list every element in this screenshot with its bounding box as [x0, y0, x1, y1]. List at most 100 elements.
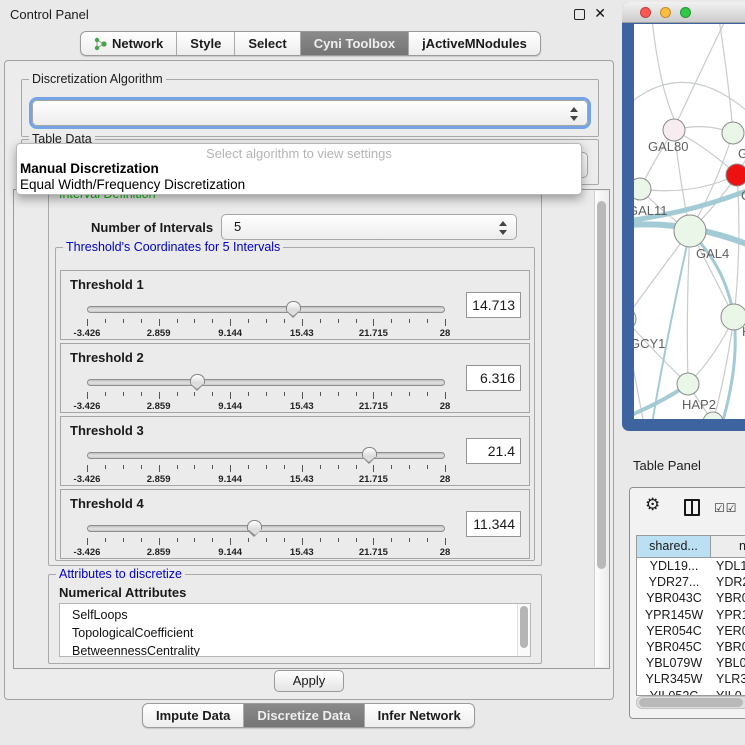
gear-icon[interactable]: ⚙ — [645, 495, 660, 515]
network-edge[interactable] — [713, 317, 734, 419]
slider-thumb[interactable] — [286, 301, 301, 311]
network-edge-highlighted[interactable] — [722, 317, 735, 419]
mac-close-light-icon[interactable] — [640, 7, 651, 18]
slider-thumb[interactable] — [362, 447, 377, 457]
close-icon[interactable]: ✕ — [594, 6, 606, 22]
tab-style[interactable]: Style — [177, 32, 235, 55]
network-node-gal11[interactable] — [634, 178, 651, 200]
network-canvas[interactable]: GAL80GCGAL11GAL4HGCY1HAP2 — [634, 24, 745, 419]
apply-button[interactable]: Apply — [274, 670, 344, 692]
table-row[interactable]: YBR043CYBR0 — [637, 590, 745, 606]
cell-shared-name[interactable]: YBL079W — [637, 655, 711, 671]
threshold-slider[interactable]: -3.4262.8599.14415.4321.71528 — [87, 520, 445, 558]
threshold-value-field[interactable]: 6.316 — [466, 365, 521, 391]
cell-name[interactable]: YBR0 — [711, 639, 745, 655]
cell-shared-name[interactable]: YDR27... — [637, 574, 711, 590]
table-row[interactable]: YPR145WYPR1 — [637, 607, 745, 623]
numerical-attributes-list[interactable]: SelfLoopsTopologicalCoefficientBetweenne… — [59, 603, 531, 657]
table-row[interactable]: YIL052CYIL0 — [637, 688, 745, 696]
table-row[interactable]: YDR27...YDR2 — [637, 574, 745, 590]
column-header-name[interactable]: n — [711, 536, 745, 557]
cell-name[interactable]: YBR0 — [711, 590, 745, 606]
cell-name[interactable]: YDR2 — [711, 574, 745, 590]
threshold-row-threshold-2: Threshold 2-3.4262.8599.14415.4321.71528… — [60, 343, 530, 413]
network-node-g[interactable] — [722, 122, 744, 144]
cell-shared-name[interactable]: YDL19... — [637, 558, 711, 574]
dropdown-option-manual-discretization[interactable]: Manual Discretization — [17, 161, 581, 177]
slider-track[interactable] — [87, 379, 445, 386]
table-row[interactable]: YBR045CYBR0 — [637, 639, 745, 655]
slider-tick — [266, 392, 267, 396]
threshold-slider[interactable]: -3.4262.8599.14415.4321.71528 — [87, 447, 445, 485]
cell-name[interactable]: YLR3 — [711, 671, 745, 687]
mac-zoom-light-icon[interactable] — [680, 7, 691, 18]
cell-name[interactable]: YIL0 — [711, 688, 745, 696]
cell-shared-name[interactable]: YIL052C — [637, 688, 711, 696]
number-of-intervals-select[interactable]: 5 — [221, 214, 517, 240]
table-row[interactable]: YER054CYER0 — [637, 623, 745, 639]
tab-discretize-data[interactable]: Discretize Data — [244, 704, 364, 727]
attribute-item-selfloops[interactable]: SelfLoops — [72, 606, 530, 624]
cell-name[interactable]: YER0 — [711, 623, 745, 639]
slider-track[interactable] — [87, 525, 445, 532]
attributes-list-scrollbar[interactable] — [517, 604, 530, 656]
table-horizontal-scrollbar[interactable] — [636, 696, 745, 709]
cell-shared-name[interactable]: YLR345W — [637, 671, 711, 687]
cell-name[interactable]: YPR1 — [711, 607, 745, 623]
cell-shared-name[interactable]: YER054C — [637, 623, 711, 639]
network-node[interactable] — [703, 412, 723, 419]
slider-tick — [123, 392, 124, 396]
cell-shared-name[interactable]: YPR145W — [637, 607, 711, 623]
checkboxes-icon[interactable]: ☑☑ — [714, 501, 738, 515]
cell-name[interactable]: YDL1 — [711, 558, 745, 574]
cell-shared-name[interactable]: YBR043C — [637, 590, 711, 606]
threshold-value-field[interactable]: 21.4 — [466, 438, 521, 464]
dropdown-option-equal-width-frequency-discretization[interactable]: Equal Width/Frequency Discretization — [17, 177, 581, 193]
tab-select[interactable]: Select — [235, 32, 300, 55]
slider-thumb[interactable] — [190, 374, 205, 384]
network-node-gcy1[interactable] — [634, 308, 636, 330]
slider-tick — [212, 392, 213, 396]
mac-minimize-light-icon[interactable] — [660, 7, 671, 18]
network-node-c[interactable] — [726, 164, 745, 186]
cell-shared-name[interactable]: YBR045C — [637, 639, 711, 655]
threshold-value-field[interactable]: 11.344 — [466, 511, 521, 537]
threshold-value-field[interactable]: 14.713 — [466, 292, 521, 318]
table-hscrollbar-thumb[interactable] — [639, 698, 743, 707]
network-edge[interactable] — [640, 175, 737, 191]
tab-network[interactable]: Network — [81, 32, 177, 55]
algorithm-select[interactable] — [32, 100, 588, 126]
table-row[interactable]: YDL19...YDL1 — [637, 558, 745, 574]
threshold-slider[interactable]: -3.4262.8599.14415.4321.71528 — [87, 301, 445, 339]
slider-tick — [338, 392, 339, 396]
column-header-shared-name[interactable]: shared... — [637, 536, 711, 557]
main-scrollbar-thumb[interactable] — [597, 201, 606, 569]
network-edge[interactable] — [687, 231, 690, 384]
node-attribute-table: shared... n YDL19...YDL1YDR27...YDR2YBR0… — [636, 535, 745, 696]
slider-track[interactable] — [87, 452, 445, 459]
slider-tick — [427, 538, 428, 542]
network-node-gal80[interactable] — [663, 119, 685, 141]
slider-thumb[interactable] — [247, 520, 262, 530]
attribute-item-betweennesscentrality[interactable]: BetweennessCentrality — [72, 642, 530, 657]
slider-track[interactable] — [87, 306, 445, 313]
network-node-gal4[interactable] — [674, 215, 706, 247]
columns-icon[interactable] — [684, 499, 700, 516]
table-row[interactable]: YBL079WYBL0 — [637, 655, 745, 671]
float-window-icon[interactable] — [574, 9, 585, 20]
threshold-slider[interactable]: -3.4262.8599.14415.4321.71528 — [87, 374, 445, 412]
network-edge[interactable] — [652, 24, 674, 119]
attributes-scrollbar-thumb[interactable] — [520, 606, 528, 648]
slider-tick-label: 2.859 — [147, 401, 171, 412]
network-edge[interactable] — [678, 24, 726, 120]
tab-jactivemnodules[interactable]: jActiveMNodules — [409, 32, 540, 55]
tab-infer-network[interactable]: Infer Network — [365, 704, 474, 727]
network-edge[interactable] — [719, 24, 733, 133]
table-row[interactable]: YLR345WYLR3 — [637, 671, 745, 687]
network-node-hap2[interactable] — [677, 373, 699, 395]
tab-impute-data[interactable]: Impute Data — [143, 704, 244, 727]
tab-cyni-toolbox[interactable]: Cyni Toolbox — [301, 32, 409, 55]
cell-name[interactable]: YBL0 — [711, 655, 745, 671]
attribute-item-topologicalcoefficient[interactable]: TopologicalCoefficient — [72, 624, 530, 642]
main-vertical-scrollbar[interactable] — [594, 191, 608, 667]
